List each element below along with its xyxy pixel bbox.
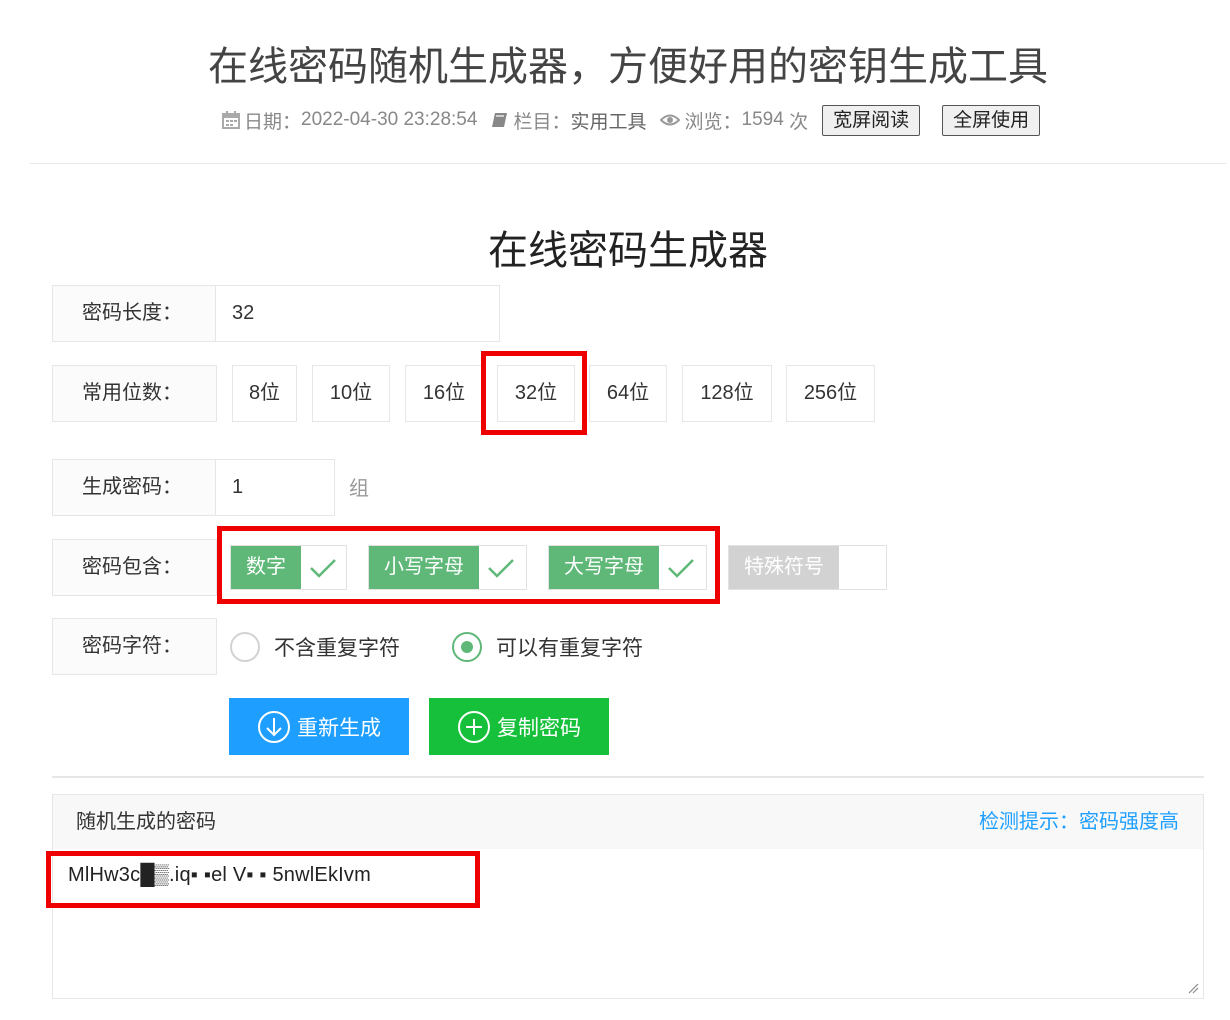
length-option-10[interactable]: 10位 xyxy=(312,365,390,422)
radio-no-repeat[interactable]: 不含重复字符 xyxy=(230,632,400,662)
check-icon xyxy=(301,546,345,589)
article-title: 在线密码随机生成器，方便好用的密钥生成工具 xyxy=(208,44,1048,90)
checkbox-symbols[interactable]: 特殊符号 xyxy=(728,545,887,590)
radio-allow-repeat-label: 可以有重复字符 xyxy=(496,637,643,660)
count-unit: 组 xyxy=(349,478,369,500)
length-option-32[interactable]: 32位 xyxy=(497,365,575,422)
check-icon xyxy=(659,546,703,589)
column-label: 栏目： xyxy=(513,111,571,133)
checkbox-uppercase[interactable]: 大写字母 xyxy=(548,545,707,590)
checkbox-digits[interactable]: 数字 xyxy=(230,545,347,590)
date-label: 日期： xyxy=(244,111,302,133)
resize-handle-icon[interactable] xyxy=(1187,982,1199,994)
copy-password-label: 复制密码 xyxy=(497,716,581,740)
date-value: 2022-04-30 23:28:54 xyxy=(301,109,478,130)
radio-circle-selected xyxy=(452,632,482,662)
length-option-16[interactable]: 16位 xyxy=(405,365,483,422)
checkbox-digits-label: 数字 xyxy=(231,546,301,589)
header-divider xyxy=(30,163,1226,164)
checkbox-empty xyxy=(839,546,883,589)
generated-password[interactable]: MlHw3c█▒.iq▪ ▪el V▪ ▪ 5nwlEkIvm xyxy=(68,864,371,887)
checkbox-symbols-label: 特殊符号 xyxy=(729,546,839,589)
fullscreen-button[interactable]: 全屏使用 xyxy=(942,104,1041,136)
download-circle-icon xyxy=(258,710,290,743)
count-input[interactable]: 1 xyxy=(215,459,335,516)
checkbox-lowercase[interactable]: 小写字母 xyxy=(368,545,527,590)
regenerate-button[interactable]: 重新生成 xyxy=(229,698,409,755)
count-label: 生成密码： xyxy=(52,459,217,516)
result-title: 随机生成的密码 xyxy=(76,811,216,833)
tool-title: 在线密码生成器 xyxy=(488,228,768,274)
views-label: 浏览： xyxy=(684,111,742,133)
checkbox-lowercase-label: 小写字母 xyxy=(369,546,479,589)
calendar-icon xyxy=(222,111,240,129)
wide-read-button[interactable]: 宽屏阅读 xyxy=(822,104,921,136)
length-option-128[interactable]: 128位 xyxy=(682,365,772,422)
date-meta: 日期： 2022-04-30 23:28:54 xyxy=(222,107,477,134)
views-meta: 浏览： 1594 次 xyxy=(660,107,808,134)
length-option-64[interactable]: 64位 xyxy=(589,365,667,422)
column-value[interactable]: 实用工具 xyxy=(570,107,646,134)
article-meta: 日期： 2022-04-30 23:28:54 栏目： 实用工具 浏览： 159… xyxy=(222,104,1041,136)
length-label: 密码长度： xyxy=(52,285,217,342)
result-header: 随机生成的密码 检测提示：密码强度高 xyxy=(52,794,1204,850)
common-length-label: 常用位数： xyxy=(52,365,217,422)
radio-no-repeat-label: 不含重复字符 xyxy=(274,637,400,660)
check-icon xyxy=(479,546,523,589)
copy-password-button[interactable]: 复制密码 xyxy=(429,698,609,755)
chars-label: 密码字符： xyxy=(52,618,217,675)
length-input[interactable]: 32 xyxy=(215,285,500,342)
plus-circle-icon xyxy=(458,710,490,743)
radio-allow-repeat[interactable]: 可以有重复字符 xyxy=(452,632,643,662)
views-value: 1594 xyxy=(741,109,784,130)
book-icon xyxy=(492,113,508,127)
checkbox-uppercase-label: 大写字母 xyxy=(549,546,659,589)
length-option-256[interactable]: 256位 xyxy=(786,365,875,422)
strength-hint: 检测提示：密码强度高 xyxy=(979,811,1179,833)
section-divider xyxy=(52,776,1204,778)
include-label: 密码包含： xyxy=(52,539,217,596)
column-meta: 栏目： 实用工具 xyxy=(491,107,646,134)
views-unit: 次 xyxy=(789,111,809,133)
eye-icon xyxy=(660,114,681,126)
length-option-8[interactable]: 8位 xyxy=(232,365,297,422)
radio-circle xyxy=(230,632,260,662)
regenerate-label: 重新生成 xyxy=(297,716,381,740)
